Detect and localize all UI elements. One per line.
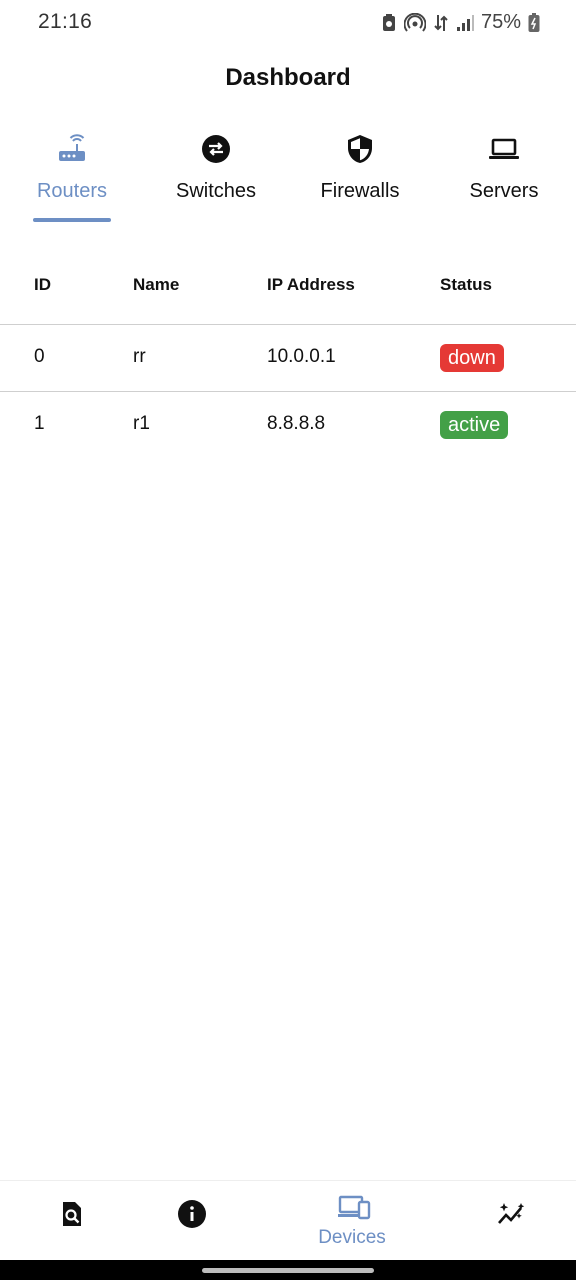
status-icons: 75% [381, 11, 540, 34]
tab-label-switches: Switches [175, 180, 257, 202]
hotspot-icon [403, 12, 426, 33]
nav-item-info[interactable] [120, 1181, 264, 1261]
table-row[interactable]: 1 r1 8.8.8.8 active [0, 392, 576, 458]
status-badge: active [440, 411, 509, 439]
battery-icon [528, 12, 540, 33]
router-icon [55, 132, 89, 166]
data-transfer-icon [433, 13, 449, 33]
header-ip-address: IP Address [267, 275, 355, 294]
signal-icon [456, 14, 474, 32]
tab-firewalls[interactable]: Firewalls [288, 126, 432, 226]
gesture-bar [0, 1260, 576, 1280]
header-name: Name [133, 275, 180, 294]
cell-id: 0 [34, 346, 45, 367]
device-tabs: Routers Switches Firewalls Servers [0, 126, 576, 226]
search-document-icon [57, 1199, 87, 1229]
home-indicator[interactable] [202, 1268, 374, 1273]
tab-label-firewalls: Firewalls [320, 180, 400, 202]
table-header: ID Name IP Address Status [0, 250, 576, 325]
info-icon [177, 1199, 207, 1229]
laptop-icon [487, 132, 521, 166]
shield-icon [343, 132, 377, 166]
tab-label-routers: Routers [36, 180, 108, 202]
header-id: ID [34, 275, 51, 294]
tab-label-servers: Servers [469, 180, 539, 202]
nav-item-devices[interactable]: Devices [280, 1181, 424, 1261]
cell-name: rr [133, 346, 146, 367]
cell-ip-address: 10.0.0.1 [267, 346, 336, 367]
status-badge: down [440, 344, 504, 372]
cell-name: r1 [133, 413, 150, 434]
tab-routers[interactable]: Routers [0, 126, 144, 226]
devices-icon [337, 1193, 371, 1223]
bottom-navigation: Devices [0, 1180, 576, 1261]
cell-ip-address: 8.8.8.8 [267, 413, 326, 434]
analytics-icon [497, 1199, 527, 1229]
battery-percentage: 75% [480, 11, 521, 33]
nav-label-devices: Devices [318, 1227, 386, 1248]
active-tab-indicator [33, 218, 111, 222]
tab-switches[interactable]: Switches [144, 126, 288, 226]
table-row[interactable]: 0 rr 10.0.0.1 down [0, 325, 576, 392]
status-time: 21:16 [38, 10, 93, 33]
status-bar: 21:16 75% [0, 0, 576, 46]
header-status: Status [440, 275, 492, 294]
screen: 21:16 75% Dashboard Routers Switches Fir… [0, 0, 576, 1280]
nav-item-analytics[interactable] [440, 1181, 576, 1261]
notification-icon [381, 13, 397, 33]
tab-servers[interactable]: Servers [432, 126, 576, 226]
cell-id: 1 [34, 413, 45, 434]
page-title: Dashboard [225, 64, 351, 91]
switch-icon [199, 132, 233, 166]
devices-table: ID Name IP Address Status 0 rr 10.0.0.1 … [0, 250, 576, 458]
